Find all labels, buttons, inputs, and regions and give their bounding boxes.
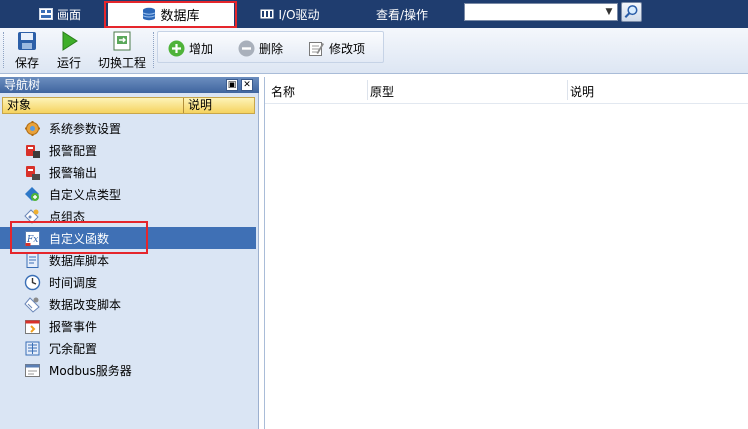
- tree-item-custom-point-type[interactable]: 自定义点类型: [0, 183, 256, 205]
- top-tab-bar: 画面 数据库 I/O驱动 查看/操作 ▼: [0, 0, 748, 28]
- save-button[interactable]: 保存: [11, 30, 43, 72]
- delete-label: 删除: [259, 41, 284, 56]
- toolbar-grip-2: [153, 32, 156, 68]
- tab-view-operate[interactable]: 查看/操作: [362, 2, 442, 26]
- redundancy-icon: [25, 341, 40, 355]
- tree-item-custom-function[interactable]: Fx 自定义函数: [0, 227, 256, 249]
- tree-item-label: 数据库脚本: [49, 253, 110, 268]
- edit-item-label: 修改项: [329, 41, 366, 56]
- script-icon: [26, 252, 39, 268]
- run-button[interactable]: 运行: [53, 30, 85, 72]
- alarm-output-icon: [26, 165, 40, 180]
- tree-item-label: 点组态: [49, 209, 86, 224]
- search-input[interactable]: [465, 4, 601, 20]
- tab-screen[interactable]: 画面: [20, 2, 100, 26]
- tree-item-label: 数据改变脚本: [49, 297, 122, 312]
- delete-icon: [238, 40, 255, 56]
- save-icon: [18, 32, 36, 50]
- alarm-event-icon: [25, 319, 40, 334]
- settings-gear-icon: [25, 120, 40, 136]
- save-label: 保存: [14, 56, 39, 70]
- screen-icon: [38, 8, 53, 20]
- function-icon: Fx: [25, 230, 40, 246]
- table-header: 名称 原型 说明: [265, 77, 748, 104]
- edit-item-button[interactable]: 修改项: [308, 38, 365, 58]
- tab-io-driver[interactable]: I/O驱动: [240, 2, 340, 26]
- tab-database[interactable]: 数据库: [108, 2, 234, 26]
- tree-item-label: Modbus服务器: [49, 363, 132, 378]
- chevron-down-icon[interactable]: ▼: [603, 6, 615, 18]
- tab-screen-label: 画面: [56, 7, 81, 22]
- database-icon: [143, 7, 156, 21]
- toolbar: 保存 运行 切换工程 增加 删除 修改项: [0, 28, 748, 74]
- point-config-icon: [24, 208, 39, 224]
- tree-item-label: 报警事件: [49, 319, 98, 334]
- tree-item-label: 系统参数设置: [49, 121, 122, 136]
- tree-item-time-schedule[interactable]: 时间调度: [0, 271, 256, 293]
- tree-item-point-config[interactable]: 点组态: [0, 205, 256, 227]
- tree-item-database-script[interactable]: 数据库脚本: [0, 249, 256, 271]
- column-prototype[interactable]: 原型: [370, 83, 394, 100]
- run-label: 运行: [56, 56, 81, 70]
- nav-panel-title: 导航树: [0, 77, 259, 93]
- column-description[interactable]: 说明: [188, 98, 212, 113]
- alarm-config-icon: [26, 144, 40, 158]
- delete-button[interactable]: 删除: [238, 38, 283, 58]
- column-object[interactable]: 对象: [7, 98, 31, 113]
- switch-project-label: 切换工程: [97, 56, 146, 70]
- column-description[interactable]: 说明: [570, 83, 594, 100]
- search-button[interactable]: [621, 2, 642, 22]
- add-label: 增加: [189, 41, 214, 56]
- nav-column-header: 对象 说明: [2, 97, 255, 114]
- tree-item-label: 时间调度: [49, 275, 98, 290]
- tab-view-operate-label: 查看/操作: [375, 7, 429, 22]
- edit-icon: [309, 41, 324, 56]
- tab-io-driver-label: I/O驱动: [278, 7, 320, 22]
- add-button[interactable]: 增加: [168, 38, 213, 58]
- column-divider[interactable]: [183, 98, 184, 113]
- clock-icon: [24, 274, 41, 290]
- tree-item-label: 自定义点类型: [49, 187, 122, 202]
- switch-project-button[interactable]: 切换工程: [95, 30, 149, 72]
- io-driver-icon: [260, 9, 274, 19]
- tree-item-system-params[interactable]: 系统参数设置: [0, 117, 256, 139]
- play-icon: [62, 31, 78, 51]
- switch-project-icon: [113, 31, 131, 51]
- add-icon: [168, 40, 185, 56]
- tab-database-label: 数据库: [160, 8, 200, 24]
- tree-item-alarm-output[interactable]: 报警输出: [0, 161, 256, 183]
- tree-item-modbus-server[interactable]: Modbus服务器: [0, 359, 256, 381]
- nav-title-text: 导航树: [4, 78, 41, 92]
- toolbar-group-project: 保存 运行 切换工程: [0, 28, 151, 74]
- tree-item-redundancy-config[interactable]: 冗余配置: [0, 337, 256, 359]
- content-panel: 名称 原型 说明: [264, 77, 748, 429]
- tree-item-alarm-config[interactable]: 报警配置: [0, 139, 256, 161]
- modbus-server-icon: [25, 363, 40, 377]
- close-icon[interactable]: ✕: [241, 79, 253, 91]
- tree-item-label: 报警配置: [49, 143, 98, 158]
- search-combo[interactable]: ▼: [464, 3, 618, 21]
- column-divider[interactable]: [567, 80, 568, 100]
- tree-item-data-change-script[interactable]: 数据改变脚本: [0, 293, 256, 315]
- toolbar-group-edit: 增加 删除 修改项: [157, 31, 384, 63]
- data-change-script-icon: [24, 296, 40, 313]
- tree-item-label: 自定义函数: [49, 231, 110, 246]
- navigation-panel: 导航树 ▣ ✕ 对象 说明 系统参数设置 报警配置 报警输出 自定义点类型 点组…: [0, 77, 259, 429]
- tree-item-label: 报警输出: [49, 165, 98, 180]
- search-icon: [624, 5, 638, 18]
- pin-icon[interactable]: ▣: [226, 79, 238, 91]
- tree-item-alarm-event[interactable]: 报警事件: [0, 315, 256, 337]
- column-divider[interactable]: [367, 80, 368, 100]
- column-name[interactable]: 名称: [271, 83, 295, 100]
- custom-point-type-icon: [25, 186, 39, 201]
- tree-item-label: 冗余配置: [49, 341, 98, 356]
